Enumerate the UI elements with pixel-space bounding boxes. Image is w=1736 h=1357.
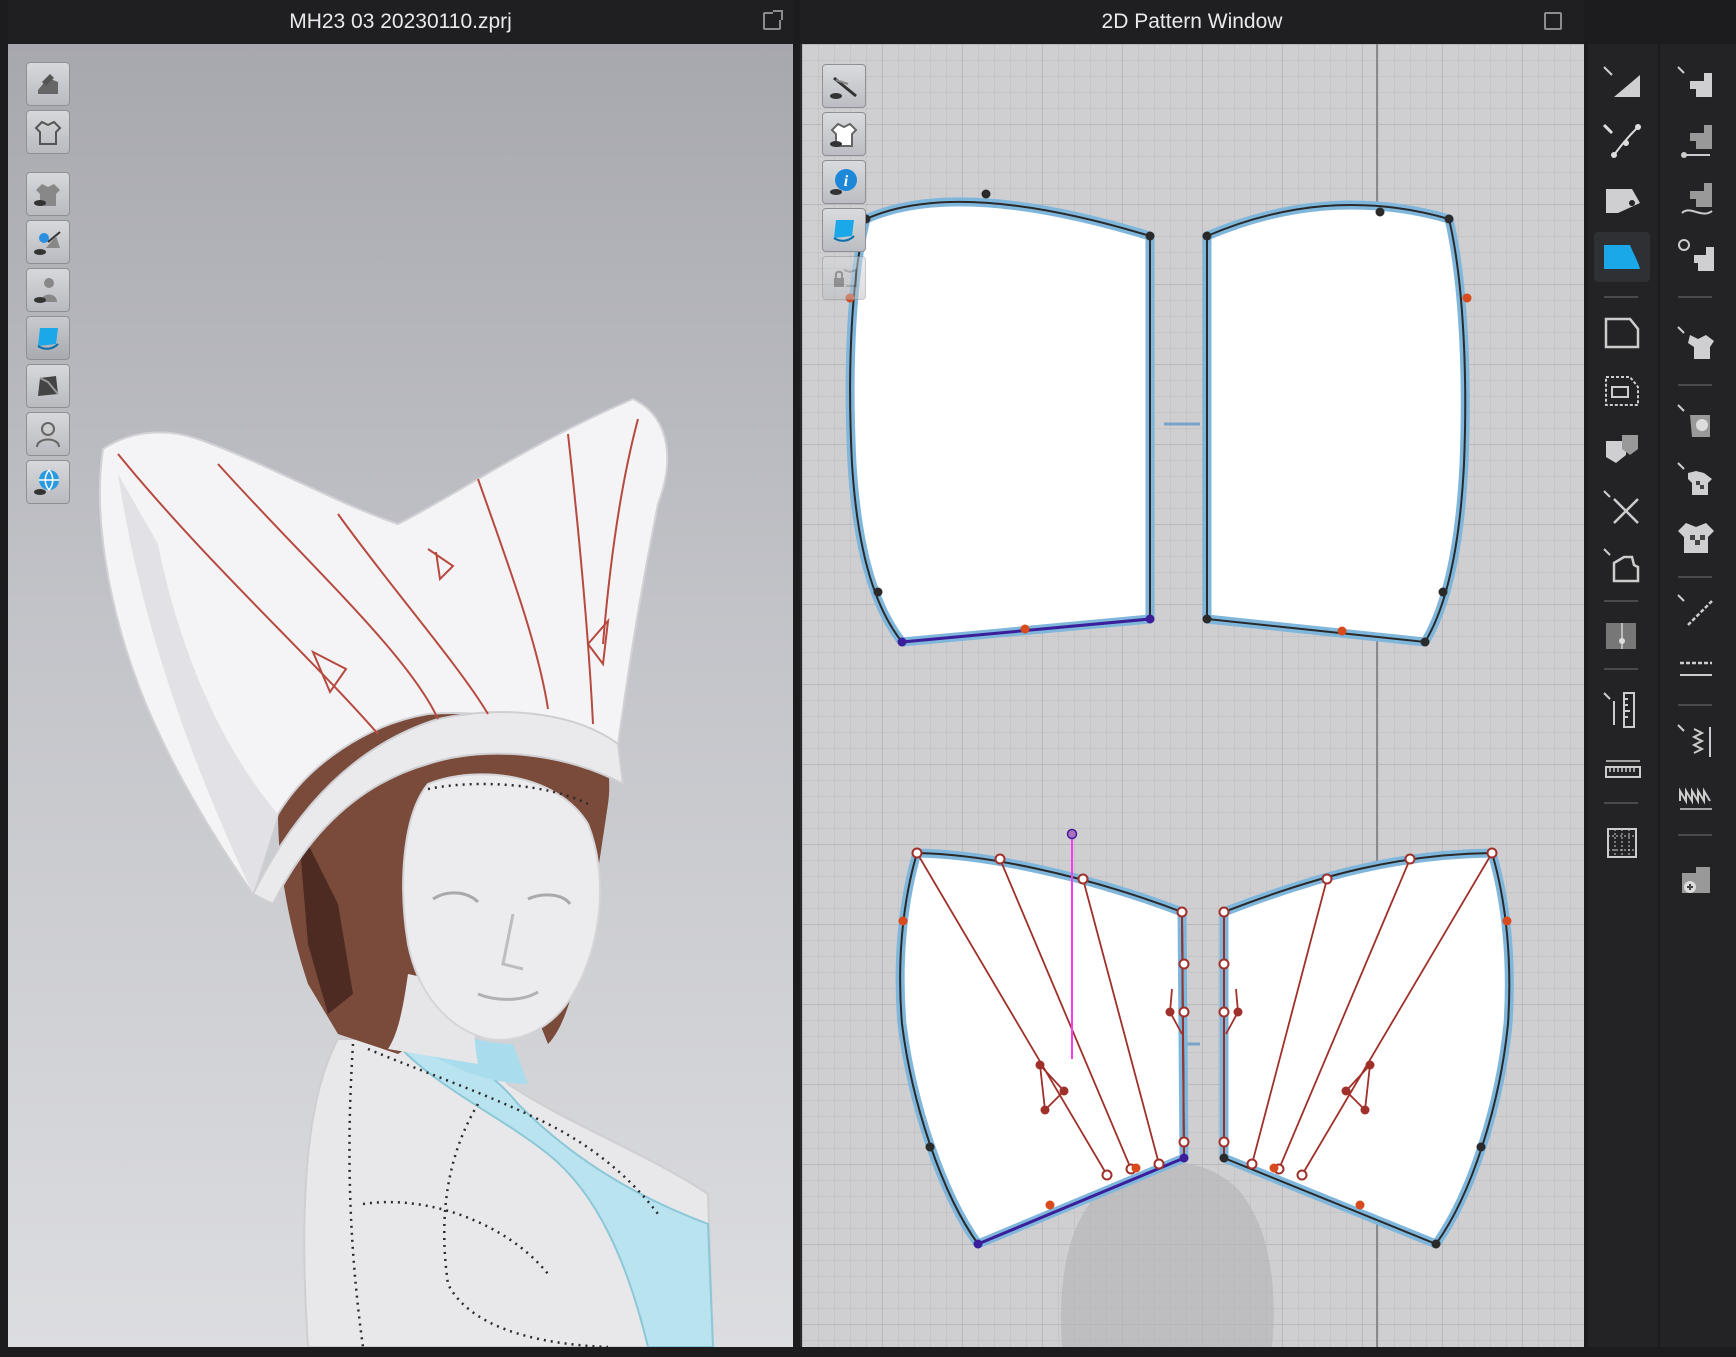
segment-sewing-icon[interactable] xyxy=(1668,58,1724,108)
fold-garment-icon[interactable] xyxy=(1668,318,1724,368)
tool-3d-show-avatar-icon[interactable] xyxy=(26,268,70,312)
3d-window-title: MH23 03 20230110.zprj xyxy=(289,10,512,33)
measure-icon[interactable] xyxy=(1594,684,1650,734)
toolbar-separator xyxy=(1604,802,1638,804)
wave-stitch-icon[interactable] xyxy=(1668,774,1724,824)
pin-icon[interactable] xyxy=(1668,396,1724,446)
3d-garment-window: MH23 03 20230110.zprj xyxy=(8,0,793,1347)
toolbar-separator xyxy=(1604,668,1638,670)
2d-window-titlebar: 2D Pattern Window xyxy=(800,0,1584,44)
line-icon[interactable] xyxy=(1668,586,1724,636)
edit-curvature-icon[interactable] xyxy=(1594,116,1650,166)
tool-2d-show-baseline-icon[interactable] xyxy=(822,64,866,108)
tool-3d-garment-display-icon[interactable] xyxy=(26,110,70,154)
toolbar-separator xyxy=(1678,704,1712,706)
tool-2d-lock-icon[interactable] xyxy=(822,256,866,300)
toolbar-column-divider xyxy=(1658,44,1660,1347)
toolbar-separator xyxy=(1678,296,1712,298)
popout-icon-2d[interactable] xyxy=(1544,12,1562,30)
checker-icon[interactable] xyxy=(1668,454,1724,504)
tool-3d-show-garment-icon[interactable] xyxy=(26,172,70,216)
checker-shirt-icon[interactable] xyxy=(1668,512,1724,562)
toolbar-separator xyxy=(1604,600,1638,602)
pattern-piece-bottom-right[interactable] xyxy=(1218,847,1514,1249)
dashed-line-icon[interactable] xyxy=(1668,644,1724,694)
internal-polygon-icon[interactable] xyxy=(1594,540,1650,590)
internal-rectangle-icon[interactable] xyxy=(1594,366,1650,416)
2d-window-title: 2D Pattern Window xyxy=(1101,10,1283,33)
pattern-piece-top-left[interactable] xyxy=(845,189,1155,647)
tool-3d-fabric-render-icon[interactable] xyxy=(26,316,70,360)
toolbar-separator xyxy=(1604,296,1638,298)
toolbar-separator xyxy=(1678,576,1712,578)
svg-text:i: i xyxy=(844,173,849,190)
polygon-fill-icon[interactable] xyxy=(1594,232,1650,282)
tool-2d-info-icon[interactable]: i xyxy=(822,160,866,204)
toolbar-separator xyxy=(1678,384,1712,386)
app-window: MH23 03 20230110.zprj 2D Pattern Window … xyxy=(0,0,1736,1357)
add-avatar-icon[interactable] xyxy=(1668,854,1724,904)
pattern-piece-top-right[interactable] xyxy=(1202,200,1472,647)
tack-icon[interactable] xyxy=(1668,232,1724,282)
grid-icon[interactable] xyxy=(1594,818,1650,868)
tool-2d-show-garment-icon[interactable] xyxy=(822,112,866,156)
check-sewing-icon[interactable] xyxy=(1668,174,1724,224)
rectangle-icon[interactable] xyxy=(1594,308,1650,358)
tool-3d-avatar-silhouette-icon[interactable] xyxy=(26,412,70,456)
toolbar-separator xyxy=(1678,834,1712,836)
tool-3d-avatar-display-icon[interactable] xyxy=(26,62,70,106)
3d-window-titlebar: MH23 03 20230110.zprj xyxy=(8,0,793,44)
tool-3d-texture-icon[interactable] xyxy=(26,364,70,408)
pattern-drawing xyxy=(845,44,1514,1347)
2d-pattern-canvas[interactable]: i xyxy=(802,44,1584,1347)
cut-icon[interactable] xyxy=(1594,482,1650,532)
3d-viewport[interactable] xyxy=(8,44,793,1347)
transform-pattern-icon[interactable] xyxy=(1594,58,1650,108)
edit-point-icon[interactable] xyxy=(1594,174,1650,224)
tool-3d-show-pin-icon[interactable] xyxy=(26,220,70,264)
pattern-tool-bar xyxy=(1588,44,1736,1347)
ruler-icon[interactable] xyxy=(1594,742,1650,792)
trace-icon[interactable] xyxy=(1594,424,1650,474)
popout-icon[interactable] xyxy=(763,10,783,30)
zigzag-icon[interactable] xyxy=(1668,716,1724,766)
tool-3d-world-icon[interactable] xyxy=(26,460,70,504)
free-sewing-icon[interactable] xyxy=(1668,116,1724,166)
fold-arrangement-icon[interactable] xyxy=(1594,610,1650,660)
tool-2d-fabric-icon[interactable] xyxy=(822,208,866,252)
3d-scene xyxy=(98,397,715,1347)
2d-pattern-window: 2D Pattern Window i xyxy=(800,0,1584,1347)
